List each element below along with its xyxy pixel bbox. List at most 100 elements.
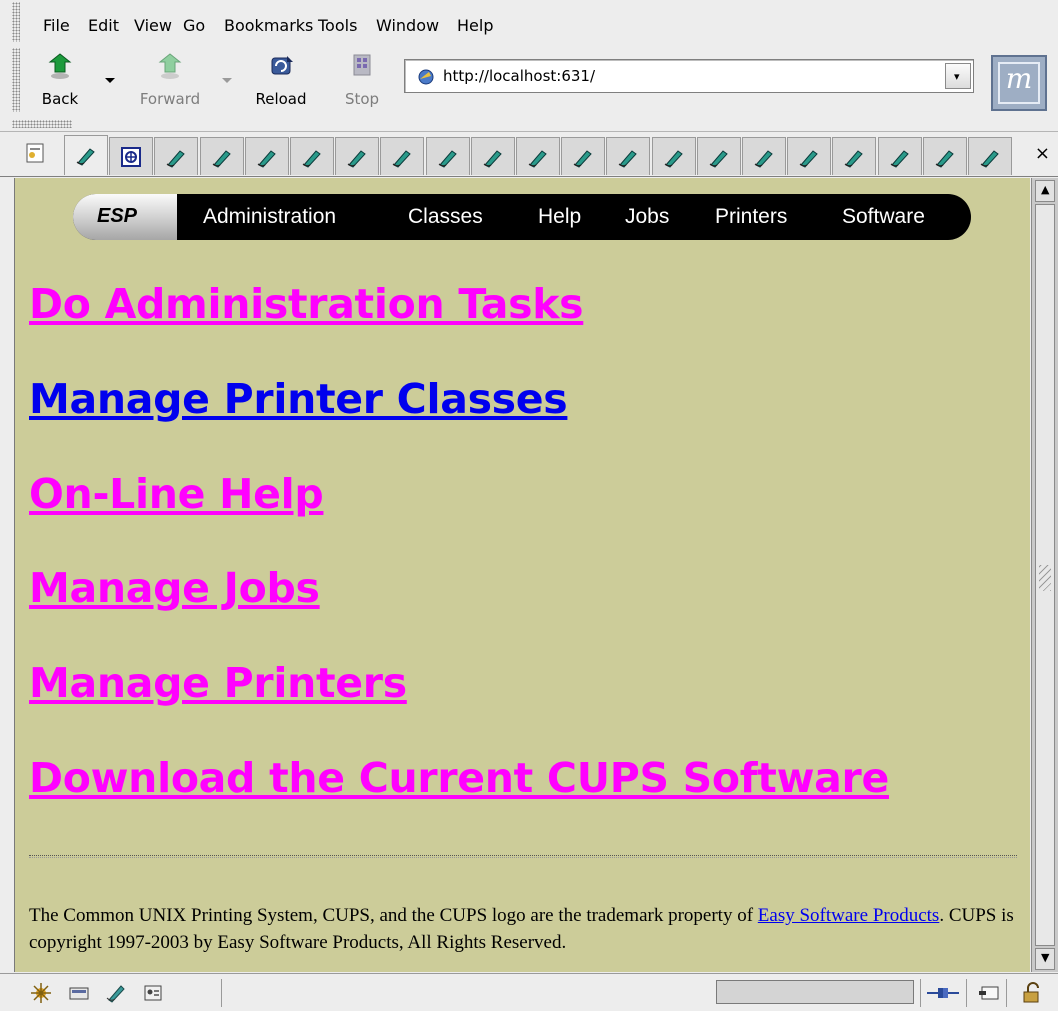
tab-page[interactable] [787, 137, 831, 175]
thumb-grip-icon [1039, 565, 1051, 591]
link-manage-printer-classes[interactable]: Manage Printer Classes [29, 375, 568, 423]
composer-pen-icon [302, 150, 321, 168]
horizontal-rule [29, 855, 1017, 858]
toolbar-grip-small[interactable] [12, 120, 72, 128]
back-dropdown-icon[interactable] [105, 78, 115, 83]
esp-logo[interactable]: ESP [73, 194, 177, 240]
menu-edit[interactable]: Edit [88, 16, 119, 35]
composer-pen-icon [347, 150, 366, 168]
link-manage-jobs[interactable]: Manage Jobs [29, 564, 320, 612]
menu-bookmarks[interactable]: Bookmarks [224, 16, 313, 35]
menu-window[interactable]: Window [376, 16, 439, 35]
status-bar [0, 973, 1058, 1011]
tab-page[interactable] [245, 137, 289, 175]
footer-copyright: The Common UNIX Printing System, CUPS, a… [29, 902, 1019, 956]
stop-icon [353, 54, 371, 76]
easy-software-products-link[interactable]: Easy Software Products [758, 905, 940, 926]
close-tab-icon[interactable]: × [1035, 143, 1050, 164]
nav-link-administration[interactable]: Administration [203, 205, 336, 229]
toolbar-grip[interactable] [12, 48, 20, 112]
back-arrow-icon [48, 53, 72, 79]
link-manage-printers[interactable]: Manage Printers [29, 659, 407, 707]
forward-arrow-icon [158, 53, 182, 79]
nav-link-help[interactable]: Help [538, 205, 581, 229]
scroll-up-button[interactable]: ▲ [1035, 180, 1055, 202]
nav-link-printers[interactable]: Printers [715, 205, 787, 229]
composer-pen-icon [573, 150, 592, 168]
nav-link-jobs[interactable]: Jobs [625, 205, 669, 229]
reload-label: Reload [255, 90, 307, 108]
menu-go[interactable]: Go [183, 16, 205, 35]
composer-pen-icon [799, 150, 818, 168]
tab-page[interactable] [923, 137, 967, 175]
tab-page[interactable] [832, 137, 876, 175]
menu-help[interactable]: Help [457, 16, 493, 35]
online-status-icon[interactable] [926, 982, 960, 1004]
vertical-scrollbar[interactable]: ▲ ▼ [1031, 178, 1058, 972]
tab-page[interactable] [968, 137, 1012, 175]
url-history-dropdown[interactable]: ▾ [945, 63, 971, 89]
composer-pen-icon [935, 150, 954, 168]
tab-page[interactable] [742, 137, 786, 175]
globe-page-icon [121, 147, 141, 167]
cups-nav-bar: ESP Administration Classes Help Jobs Pri… [73, 194, 971, 240]
tab-page[interactable] [200, 137, 244, 175]
collapsed-toolbar-strip [0, 116, 1058, 132]
site-security-icon [418, 69, 434, 85]
tab-page[interactable] [64, 135, 108, 175]
menu-view[interactable]: View [134, 16, 172, 35]
tab-page[interactable] [290, 137, 334, 175]
tab-globe-page[interactable] [109, 137, 153, 175]
tab-page[interactable] [561, 137, 605, 175]
url-bar[interactable]: http://localhost:631/ ▾ [404, 59, 974, 93]
tab-page[interactable] [652, 137, 696, 175]
reload-button[interactable]: Reload [243, 50, 319, 112]
link-download-cups-software[interactable]: Download the Current CUPS Software [29, 754, 889, 802]
tab-bar: × [0, 133, 1058, 177]
tab-page[interactable] [878, 137, 922, 175]
nav-link-software[interactable]: Software [842, 205, 925, 229]
forward-dropdown-icon[interactable] [222, 78, 232, 83]
composer-pen-icon [438, 150, 457, 168]
mail-icon[interactable] [68, 982, 90, 1004]
composer-pen-icon [212, 150, 231, 168]
footer-text-1: The Common UNIX Printing System, CUPS, a… [29, 905, 758, 926]
scrollbar-thumb[interactable] [1035, 204, 1055, 946]
mozilla-logo-icon: m [1005, 62, 1033, 95]
chevron-down-icon: ▾ [954, 70, 960, 83]
status-separator [966, 979, 967, 1007]
tab-page[interactable] [471, 137, 515, 175]
tab-page[interactable] [697, 137, 741, 175]
throbber-logo[interactable]: m [991, 55, 1047, 111]
stop-button[interactable]: Stop [334, 50, 390, 112]
composer-pen-icon [980, 150, 999, 168]
tab-page[interactable] [380, 137, 424, 175]
back-button[interactable]: Back [36, 50, 84, 112]
link-on-line-help[interactable]: On-Line Help [29, 470, 324, 518]
new-tab-icon[interactable] [24, 141, 48, 165]
tab-page[interactable] [516, 137, 560, 175]
link-do-administration-tasks[interactable]: Do Administration Tasks [29, 280, 584, 328]
menu-file[interactable]: File [43, 16, 70, 35]
back-label: Back [41, 90, 79, 108]
tab-page[interactable] [426, 137, 470, 175]
tab-page[interactable] [606, 137, 650, 175]
composer-pen-icon [166, 150, 185, 168]
tab-page[interactable] [335, 137, 379, 175]
security-lock-icon[interactable] [1020, 982, 1042, 1004]
composer-pen-icon [618, 150, 637, 168]
composer-icon[interactable] [105, 982, 127, 1004]
cookie-notification-icon[interactable] [978, 982, 1000, 1004]
forward-button[interactable]: Forward [130, 50, 210, 112]
status-text-area [221, 979, 708, 1007]
nav-link-classes[interactable]: Classes [408, 205, 483, 229]
scroll-down-button[interactable]: ▼ [1035, 948, 1055, 970]
navigator-icon[interactable] [30, 982, 52, 1004]
address-book-icon[interactable] [142, 982, 164, 1004]
page-content: ESP Administration Classes Help Jobs Pri… [14, 178, 1030, 972]
url-text[interactable]: http://localhost:631/ [443, 67, 595, 85]
menubar-grip[interactable] [12, 2, 20, 42]
tab-page[interactable] [154, 137, 198, 175]
menu-tools[interactable]: Tools [318, 16, 357, 35]
status-separator [920, 979, 921, 1007]
